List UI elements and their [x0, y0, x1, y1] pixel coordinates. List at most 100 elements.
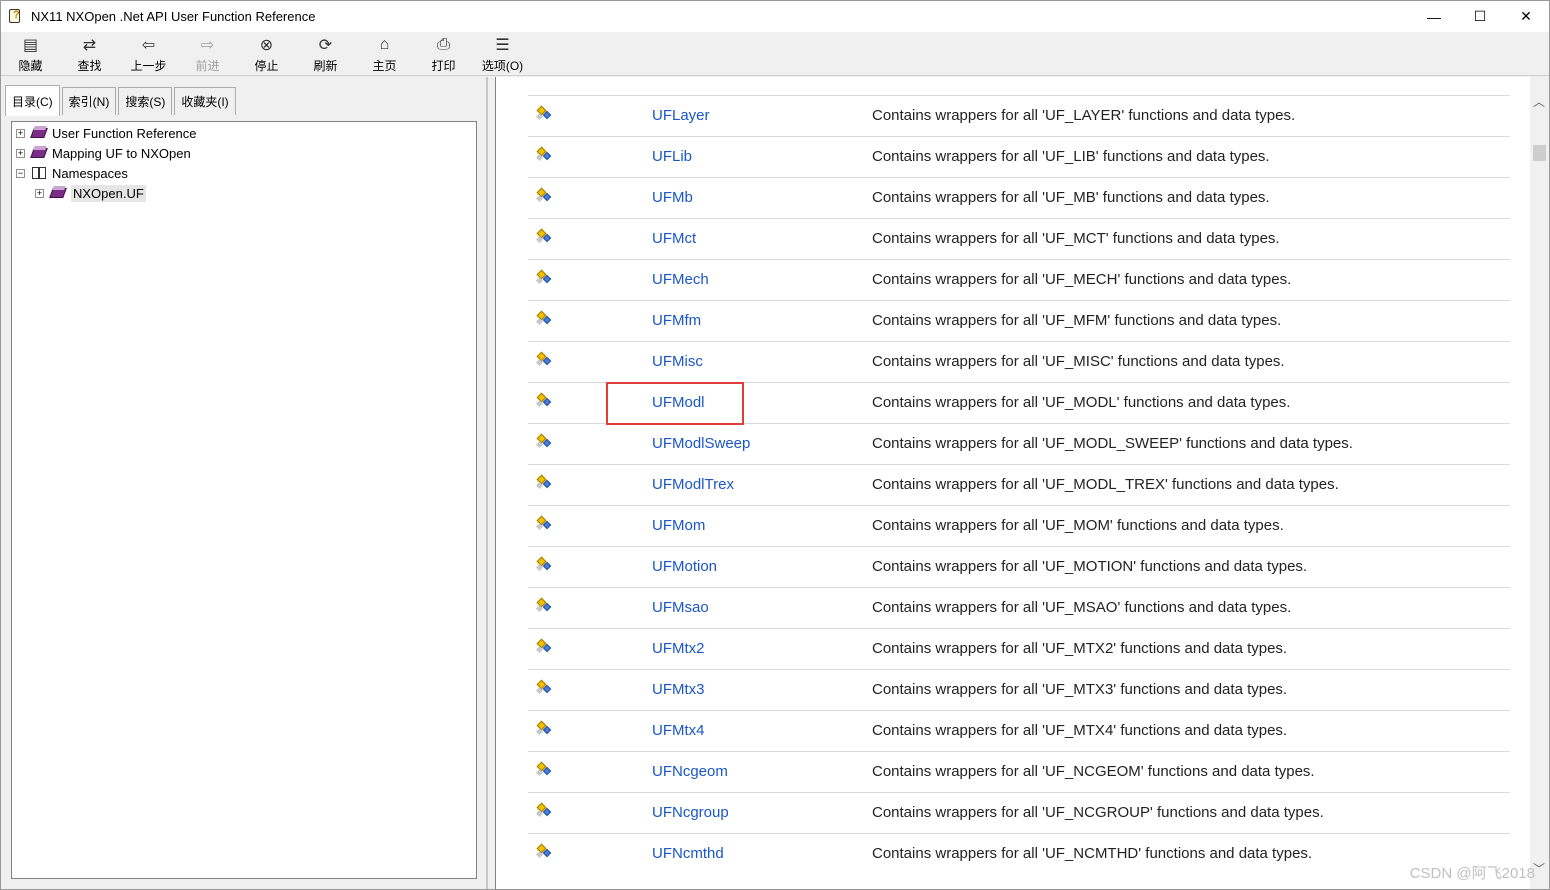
- class-link[interactable]: UFMom: [652, 517, 705, 534]
- table-row: UFModlSweep Contains wrappers for all 'UF…: [528, 423, 1510, 464]
- help-viewer-window: ? NX11 NXOpen .Net API User Function Ref…: [0, 0, 1550, 890]
- print-button[interactable]: ⎙ 打印: [414, 32, 473, 76]
- class-link[interactable]: UFModlTrex: [652, 476, 734, 493]
- class-description: Contains wrappers for all 'UF_MFM' funct…: [872, 312, 1282, 329]
- class-description: Contains wrappers for all 'UF_MTX3' func…: [872, 681, 1288, 698]
- collapse-icon[interactable]: −: [16, 168, 25, 178]
- class-link[interactable]: UFMfm: [652, 312, 701, 329]
- printer-icon: ⎙: [437, 36, 450, 53]
- class-link[interactable]: UFMct: [652, 230, 696, 247]
- table-row: UFNcgroup Contains wrappers for all 'UF_N…: [528, 792, 1510, 833]
- class-link[interactable]: UFMtx3: [652, 681, 705, 698]
- class-icon: [535, 556, 552, 573]
- options-button[interactable]: ☰ 选项(O): [473, 32, 532, 76]
- class-description: Contains wrappers for all 'UF_MOM' funct…: [872, 517, 1284, 534]
- contents-tree: + User Function Reference + Mapping UF t…: [11, 121, 477, 879]
- class-link[interactable]: UFNcgroup: [652, 804, 729, 821]
- table-row: UFMotion Contains wrappers for all 'UF_MO…: [528, 546, 1510, 587]
- class-link[interactable]: UFMtx2: [652, 640, 705, 657]
- class-link[interactable]: UFMb: [652, 189, 693, 206]
- book-icon: [30, 146, 48, 160]
- class-icon: [535, 146, 552, 163]
- locate-icon: ⇄: [82, 37, 97, 54]
- class-icon: [535, 843, 552, 860]
- expand-icon[interactable]: +: [16, 128, 25, 138]
- tree-item-namespaces[interactable]: − Namespaces: [16, 163, 128, 183]
- expand-icon[interactable]: +: [35, 188, 44, 198]
- class-icon: [535, 515, 552, 532]
- class-description: Contains wrappers for all 'UF_MSAO' func…: [872, 599, 1292, 616]
- class-description: Contains wrappers for all 'UF_LIB' funct…: [872, 148, 1270, 165]
- class-description: Contains wrappers for all 'UF_MODL' func…: [872, 394, 1291, 411]
- class-description: Contains wrappers for all 'UF_MTX2' func…: [872, 640, 1288, 657]
- hide-button[interactable]: ▤ 隐藏: [1, 32, 60, 76]
- table-row: UFMom Contains wrappers for all 'UF_MOM' …: [528, 505, 1510, 546]
- expand-icon[interactable]: +: [16, 148, 25, 158]
- class-link[interactable]: UFMotion: [652, 558, 717, 575]
- tree-item-mapping-uf[interactable]: + Mapping UF to NXOpen: [16, 143, 191, 163]
- class-link[interactable]: UFMech: [652, 271, 709, 288]
- class-icon: [535, 351, 552, 368]
- table-row: UFMfm Contains wrappers for all 'UF_MFM' …: [528, 300, 1510, 341]
- class-description: Contains wrappers for all 'UF_LAYER' fun…: [872, 107, 1296, 124]
- tab-index[interactable]: 索引(N): [61, 87, 117, 115]
- table-row: UFMct Contains wrappers for all 'UF_MCT' …: [528, 218, 1510, 259]
- tab-favorites[interactable]: 收藏夹(I): [174, 87, 236, 115]
- vertical-scrollbar[interactable]: ︿ ﹀: [1530, 77, 1549, 889]
- class-description: Contains wrappers for all 'UF_NCGROUP' f…: [872, 804, 1324, 821]
- tab-contents[interactable]: 目录(C): [5, 85, 60, 116]
- window-title: NX11 NXOpen .Net API User Function Refer…: [31, 9, 316, 24]
- forward-arrow-icon: ⇨: [200, 37, 215, 54]
- class-link[interactable]: UFModlSweep: [652, 435, 750, 452]
- close-button[interactable]: ✕: [1503, 1, 1549, 32]
- class-icon: [535, 228, 552, 245]
- tree-item-user-function-reference[interactable]: + User Function Reference: [16, 123, 197, 143]
- options-icon: ☰: [495, 37, 510, 54]
- scroll-up-icon[interactable]: ︿: [1533, 93, 1545, 110]
- refresh-button[interactable]: ⟳ 刷新: [296, 32, 355, 76]
- content-pane: UFLayer Contains wrappers for all 'UF_LAY…: [495, 77, 1549, 889]
- class-link[interactable]: UFLib: [652, 148, 692, 165]
- class-link[interactable]: UFNcgeom: [652, 763, 728, 780]
- forward-button[interactable]: ⇨ 前进: [178, 32, 237, 76]
- minimize-button[interactable]: —: [1411, 1, 1457, 32]
- locate-button[interactable]: ⇄ 查找: [60, 32, 119, 76]
- table-row: UFMtx4 Contains wrappers for all 'UF_MTX4…: [528, 710, 1510, 751]
- locate-label: 查找: [77, 59, 102, 73]
- tree-item-label: Namespaces: [52, 165, 128, 181]
- stop-button[interactable]: ⊗ 停止: [237, 32, 296, 76]
- back-arrow-icon: ⇦: [141, 37, 156, 54]
- tab-search[interactable]: 搜索(S): [118, 87, 173, 115]
- title-bar: ? NX11 NXOpen .Net API User Function Ref…: [1, 1, 1549, 32]
- class-link[interactable]: UFNcmthd: [652, 845, 724, 862]
- pane-splitter[interactable]: [487, 77, 495, 889]
- options-label: 选项(O): [481, 59, 524, 73]
- class-description: Contains wrappers for all 'UF_MISC' func…: [872, 353, 1285, 370]
- class-icon: [535, 597, 552, 614]
- class-description: Contains wrappers for all 'UF_MB' functi…: [872, 189, 1270, 206]
- class-icon: [535, 187, 552, 204]
- home-button[interactable]: ⌂ 主页: [355, 32, 414, 76]
- class-link[interactable]: UFMisc: [652, 353, 703, 370]
- window-controls: — ☐ ✕: [1411, 1, 1549, 32]
- class-icon: [535, 105, 552, 122]
- back-button[interactable]: ⇦ 上一步: [119, 32, 178, 76]
- class-icon: [535, 638, 552, 655]
- tree-item-label: Mapping UF to NXOpen: [52, 145, 191, 161]
- tree-item-label: NXOpen.UF: [71, 184, 146, 202]
- scrollbar-thumb[interactable]: [1533, 145, 1546, 161]
- table-row: UFMtx3 Contains wrappers for all 'UF_MTX3…: [528, 669, 1510, 710]
- table-row: UFMb Contains wrappers for all 'UF_MB' fu…: [528, 177, 1510, 218]
- tree-item-label: User Function Reference: [52, 125, 197, 141]
- class-link[interactable]: UFMsao: [652, 599, 709, 616]
- maximize-button[interactable]: ☐: [1457, 1, 1503, 32]
- book-icon: [30, 126, 48, 140]
- table-row: UFMisc Contains wrappers for all 'UF_MISC…: [528, 341, 1510, 382]
- highlight-box: [606, 382, 744, 425]
- table-row: UFModlTrex Contains wrappers for all 'UF_…: [528, 464, 1510, 505]
- class-link[interactable]: UFLayer: [652, 107, 710, 124]
- tree-item-nxopen-uf[interactable]: + NXOpen.UF: [35, 183, 146, 203]
- help-app-icon: ?: [9, 8, 25, 25]
- hide-label: 隐藏: [18, 59, 43, 73]
- class-link[interactable]: UFMtx4: [652, 722, 705, 739]
